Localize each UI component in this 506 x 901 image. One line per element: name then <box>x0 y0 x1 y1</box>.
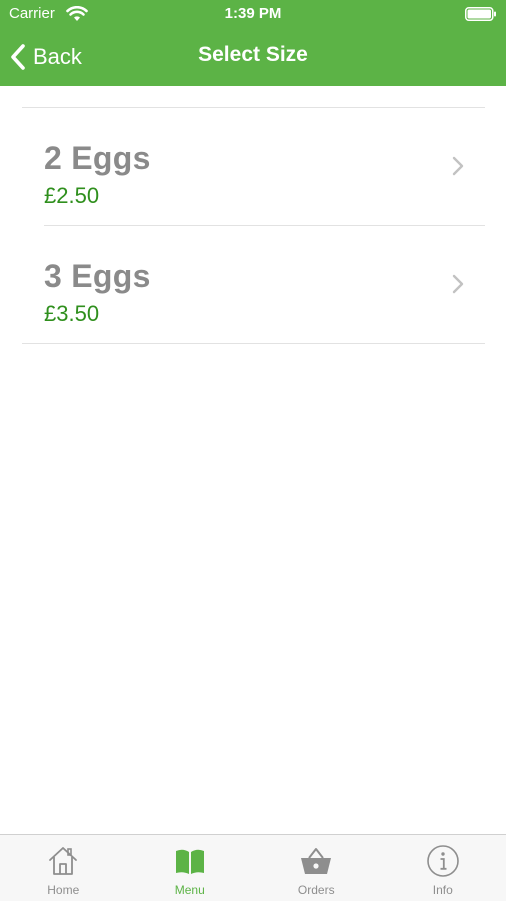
chevron-right-icon <box>452 156 464 176</box>
list-item-2-eggs[interactable]: 2 Eggs £2.50 <box>0 108 506 226</box>
tab-label: Orders <box>253 883 380 897</box>
item-price: £3.50 <box>44 301 99 327</box>
battery-icon <box>465 7 497 21</box>
chevron-right-icon <box>452 274 464 294</box>
tab-label: Home <box>0 883 127 897</box>
item-title: 2 Eggs <box>44 140 151 177</box>
tab-menu[interactable]: Menu <box>127 835 254 901</box>
status-time: 1:39 PM <box>0 5 506 22</box>
tab-label: Info <box>380 883 506 897</box>
book-icon <box>173 844 207 878</box>
basket-icon <box>299 844 333 878</box>
navigation-bar: Back Select Size <box>0 30 506 86</box>
list-divider <box>22 343 485 344</box>
status-bar: Carrier 1:39 PM <box>0 0 506 30</box>
tab-label: Menu <box>127 883 254 897</box>
list-item-3-eggs[interactable]: 3 Eggs £3.50 <box>0 226 506 344</box>
tab-home[interactable]: Home <box>0 835 127 901</box>
page-title: Select Size <box>0 43 506 67</box>
tab-orders[interactable]: Orders <box>253 835 380 901</box>
tab-info[interactable]: Info <box>380 835 506 901</box>
item-price: £2.50 <box>44 183 99 209</box>
header: Carrier 1:39 PM Back Select Size <box>0 0 506 86</box>
item-title: 3 Eggs <box>44 258 151 295</box>
tab-bar: Home Menu Orders Info <box>0 834 506 901</box>
info-icon <box>426 844 460 878</box>
home-icon <box>46 844 80 878</box>
